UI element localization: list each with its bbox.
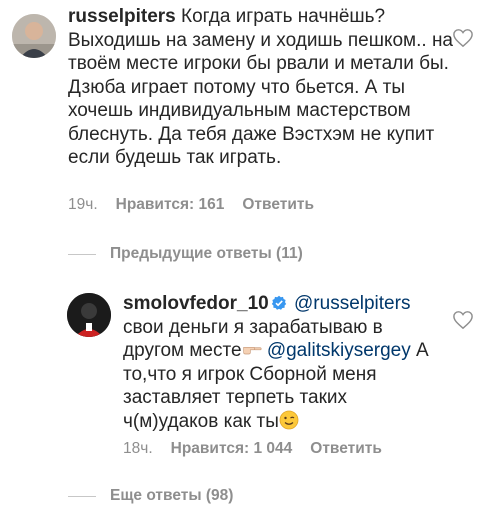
comment-meta: 18ч. Нравится: 1 044 Ответить: [123, 440, 382, 458]
verified-badge-icon: [271, 295, 286, 310]
heart-outline-icon[interactable]: [452, 28, 474, 48]
likes-count[interactable]: Нравится: 1 044: [171, 440, 293, 458]
mention-link[interactable]: @russelpiters: [294, 293, 410, 314]
comment-smolovfedor: smolovfedor_10 @russelpiters свои деньги…: [123, 292, 443, 433]
comment-russelpiters: russelpiters Когда играть начнёшь? Выход…: [68, 5, 468, 170]
comment-body: Когда играть начнёшь? Выходишь на замену…: [68, 6, 454, 168]
winking-face-emoji: [279, 410, 299, 429]
more-replies-label[interactable]: Еще ответы (98): [110, 487, 233, 505]
likes-count[interactable]: Нравится: 161: [116, 196, 225, 214]
mention-link[interactable]: @galitskiysergey: [267, 340, 411, 361]
previous-replies-label[interactable]: Предыдущие ответы (11): [110, 245, 303, 263]
divider-line: [68, 495, 96, 497]
previous-replies-toggle[interactable]: Предыдущие ответы (11): [68, 245, 303, 263]
comment-time[interactable]: 18ч.: [123, 440, 153, 458]
pointing-hand-emoji: [242, 347, 262, 355]
avatar-russelpiters[interactable]: [12, 14, 56, 58]
comment-time[interactable]: 19ч.: [68, 196, 98, 214]
comment-username[interactable]: russelpiters: [68, 6, 176, 27]
comment-username[interactable]: smolovfedor_10: [123, 293, 269, 314]
more-replies-toggle[interactable]: Еще ответы (98): [68, 487, 233, 505]
avatar-smolovfedor[interactable]: [67, 293, 111, 337]
comment-meta: 19ч. Нравится: 161 Ответить: [68, 196, 314, 214]
heart-outline-icon[interactable]: [452, 310, 474, 330]
divider-line: [68, 253, 96, 255]
reply-button[interactable]: Ответить: [310, 440, 382, 458]
reply-button[interactable]: Ответить: [242, 196, 314, 214]
